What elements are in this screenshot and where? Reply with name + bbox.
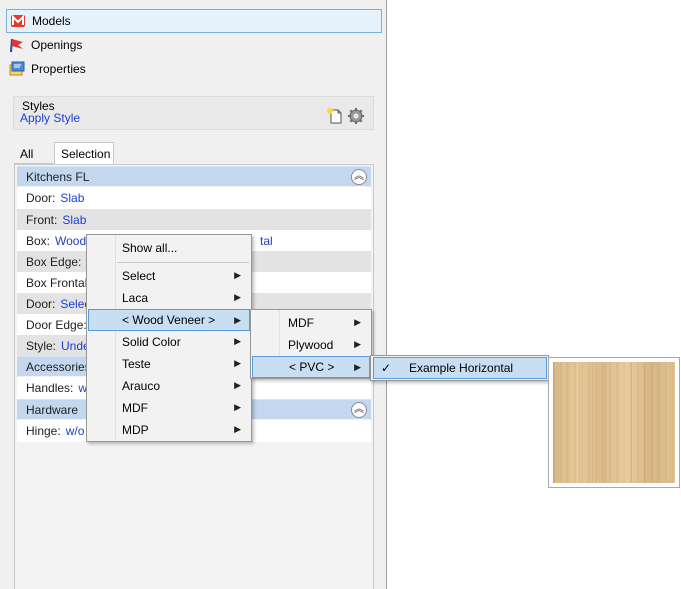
submenu-arrow-icon: ▶ — [354, 339, 361, 349]
prop-name: Door: — [26, 297, 56, 311]
prop-name: Box Edge: — [26, 255, 82, 269]
menu-item-label: MDF — [288, 316, 314, 330]
context-menu: Show all... Select ▶ Laca ▶ < Wood Venee… — [86, 234, 252, 442]
menu-item-label: MDF — [122, 401, 148, 415]
prop-value[interactable]: Slab — [62, 213, 86, 227]
apply-style-link[interactable]: Apply Style — [20, 111, 80, 125]
menu-item-mdf[interactable]: MDF ▶ — [253, 312, 369, 334]
submenu-pvc: ✓ Example Horizontal — [370, 355, 549, 381]
menu-item-teste[interactable]: Teste ▶ — [89, 353, 249, 375]
menu-separator — [117, 262, 249, 263]
group-hardware-label: Hardware — [26, 402, 79, 417]
menu-item-pvc[interactable]: < PVC > ▶ — [252, 356, 370, 378]
submenu-arrow-icon: ▶ — [354, 362, 361, 372]
prop-name: Box: — [26, 234, 51, 248]
gear-icon[interactable] — [347, 107, 365, 125]
submenu-arrow-icon: ▶ — [234, 424, 241, 434]
tab-all[interactable]: All — [14, 144, 54, 164]
tab-selection-label: Selection — [61, 147, 111, 161]
menu-item-label: < PVC > — [289, 360, 335, 374]
group-header-kitchens[interactable]: Kitchens FL ︽ — [17, 166, 371, 186]
submenu-wood-veneer: MDF ▶ Plywood ▶ < PVC > ▶ — [250, 309, 372, 379]
menu-item-example-horizontal[interactable]: ✓ Example Horizontal — [373, 357, 547, 379]
menu-item-label: Select — [122, 269, 156, 283]
tab-all-label: All — [20, 146, 34, 161]
prop-row-front[interactable]: Front: Slab — [17, 209, 371, 231]
prop-name: Door Edge: — [26, 318, 87, 332]
styles-box: Styles Apply Style — [13, 96, 374, 130]
nav-item-models[interactable]: Models — [6, 9, 382, 33]
properties-icon — [9, 61, 25, 77]
menu-item-mdp[interactable]: MDP ▶ — [89, 419, 249, 441]
group-accessories-label: Accessories — [26, 359, 91, 374]
menu-item-arauco[interactable]: Arauco ▶ — [89, 375, 249, 397]
menu-item-label: Show all... — [122, 241, 178, 255]
submenu-arrow-icon: ▶ — [234, 380, 241, 390]
prop-value[interactable]: Slab — [60, 191, 84, 205]
nav-properties-label: Properties — [31, 62, 86, 76]
menu-item-label: MDP — [122, 423, 149, 437]
menu-item-mdf[interactable]: MDF ▶ — [89, 397, 249, 419]
wood-texture-image — [553, 362, 675, 483]
submenu-arrow-icon: ▶ — [234, 358, 241, 368]
menu-item-label: Laca — [122, 291, 149, 305]
prop-name: Style: — [26, 339, 57, 353]
submenu-arrow-icon: ▶ — [354, 317, 361, 327]
submenu-arrow-icon: ▶ — [234, 336, 241, 346]
collapse-icon[interactable]: ︽ — [351, 402, 367, 418]
menu-item-select[interactable]: Select ▶ — [89, 265, 249, 287]
menu-item-label: Plywood — [288, 338, 334, 352]
nav-item-properties[interactable]: Properties — [6, 57, 382, 81]
menu-item-label: < Wood Veneer > — [122, 313, 216, 327]
prop-value-tail: tal — [260, 234, 273, 248]
menu-item-label: Solid Color — [122, 335, 181, 349]
prop-name: Hinge: — [26, 424, 61, 438]
check-icon: ✓ — [381, 361, 392, 375]
tab-selection[interactable]: Selection — [54, 142, 114, 165]
menu-item-wood-veneer[interactable]: < Wood Veneer > ▶ — [88, 309, 250, 331]
openings-icon — [9, 37, 25, 53]
submenu-arrow-icon: ▶ — [234, 292, 241, 302]
prop-value[interactable]: w/o — [66, 424, 85, 438]
nav-item-openings[interactable]: Openings — [6, 33, 382, 57]
menu-item-solid-color[interactable]: Solid Color ▶ — [89, 331, 249, 353]
texture-preview — [548, 357, 680, 488]
submenu-arrow-icon: ▶ — [234, 402, 241, 412]
menu-item-laca[interactable]: Laca ▶ — [89, 287, 249, 309]
menu-item-label: Teste — [122, 357, 151, 371]
nav-openings-label: Openings — [31, 38, 83, 52]
models-icon — [10, 13, 26, 29]
menu-item-label: Example Horizontal — [409, 361, 514, 375]
prop-name: Front: — [26, 213, 58, 227]
nav-models-label: Models — [32, 14, 71, 28]
group-kitchens-label: Kitchens FL — [26, 169, 90, 184]
prop-name: Handles: — [26, 381, 74, 395]
prop-value[interactable]: Wood — [55, 234, 86, 248]
prop-row-door[interactable]: Door: Slab — [17, 187, 371, 209]
prop-name: Door: — [26, 191, 56, 205]
prop-name: Box Frontal — [26, 276, 88, 290]
menu-item-label: Arauco — [122, 379, 161, 393]
menu-item-plywood[interactable]: Plywood ▶ — [253, 334, 369, 356]
menu-item-show-all[interactable]: Show all... — [89, 237, 249, 259]
collapse-icon[interactable]: ︽ — [351, 169, 367, 185]
new-style-icon[interactable] — [326, 107, 344, 125]
submenu-arrow-icon: ▶ — [234, 315, 241, 325]
submenu-arrow-icon: ▶ — [234, 270, 241, 280]
